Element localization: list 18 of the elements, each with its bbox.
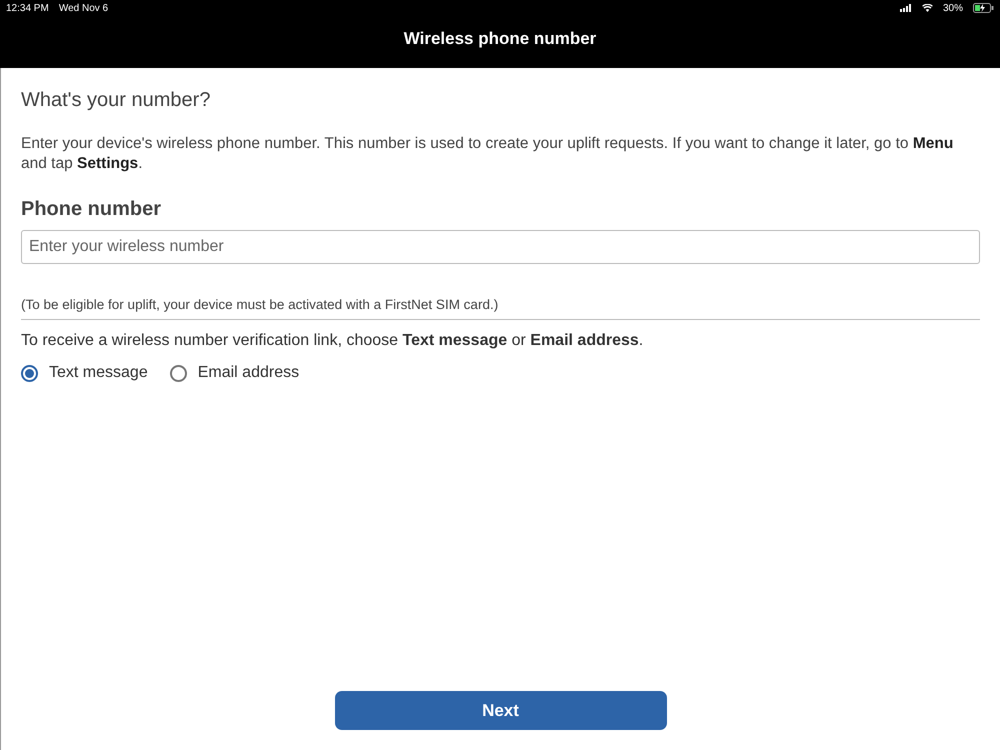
- next-button[interactable]: Next: [334, 691, 666, 730]
- radio-button[interactable]: [170, 364, 187, 382]
- intro-text: Enter your device's wireless phone number. This number is used to create your uplift requests. If you want to change it later, go to Menu and tap Settings.: [21, 134, 954, 174]
- status-time: 12:34 PM: [6, 2, 49, 14]
- battery-charging-icon: [973, 3, 994, 13]
- phone-number-field[interactable]: Enter your wireless number: [21, 230, 980, 264]
- verification-prompt: To receive a wireless number verification link, choose Text message or Email address.: [21, 332, 644, 350]
- radio-button[interactable]: [21, 364, 38, 382]
- field-label: Phone number: [21, 198, 162, 221]
- battery-percentage: 30%: [942, 2, 963, 14]
- status-date: Wed Nov 6: [58, 2, 108, 14]
- radio-label[interactable]: Text message: [49, 364, 148, 382]
- wifi-icon: [922, 4, 933, 12]
- signal-icon: [900, 4, 912, 12]
- header-title: Wireless phone number: [402, 28, 598, 50]
- radio-label[interactable]: Email address: [198, 364, 300, 382]
- section-heading: What's your number?: [21, 89, 212, 112]
- eligibility-note: (To be eligible for uplift, your device must be activated with a FirstNet SIM card.): [21, 297, 980, 320]
